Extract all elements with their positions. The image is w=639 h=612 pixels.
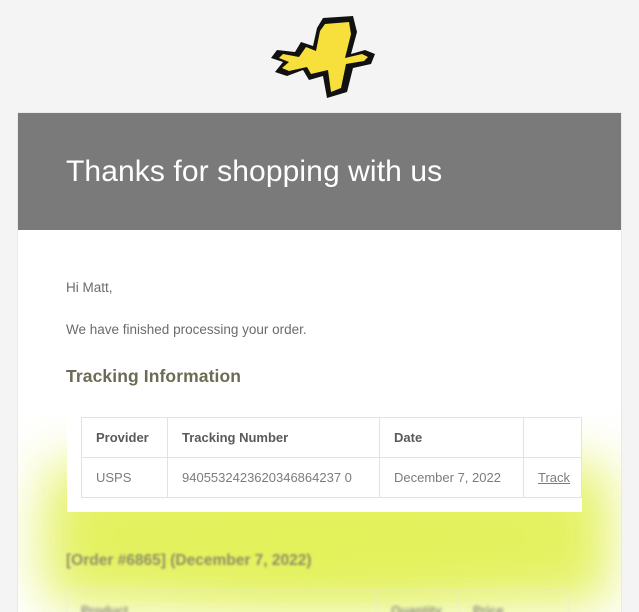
email-container: Thanks for shopping with us Hi Matt, We … [18, 113, 621, 612]
email-content: Hi Matt, We have finished processing you… [18, 230, 621, 512]
column-header-provider: Provider [81, 416, 168, 458]
email-preview-page: Thanks for shopping with us Hi Matt, We … [0, 0, 639, 612]
column-header-product: Product [66, 589, 377, 612]
email-body: Hi Matt, We have finished processing you… [18, 230, 621, 612]
column-header-date: Date [379, 416, 524, 458]
table-row: USPS 9405532423620346864237 0 December 7… [81, 456, 582, 498]
intro-text: We have finished processing your order. [66, 322, 307, 338]
order-table-wrapper: Product Quantity Price [66, 589, 569, 612]
cell-provider: USPS [81, 456, 168, 498]
column-header-tracking-number: Tracking Number [167, 416, 380, 458]
order-heading: [Order #6865] (December 7, 2022) [66, 551, 312, 569]
graffiti-h-logo-icon [270, 15, 375, 98]
tracking-table: Provider Tracking Number Date USPS 94055… [81, 416, 582, 498]
column-header-action [523, 416, 582, 458]
track-link[interactable]: Track [538, 470, 570, 485]
email-header: Thanks for shopping with us [18, 113, 621, 230]
cell-date: December 7, 2022 [379, 456, 524, 498]
tracking-information-heading: Tracking Information [66, 365, 242, 386]
order-table-header-row: Product Quantity Price [66, 589, 569, 612]
tracking-table-header-row: Provider Tracking Number Date [81, 416, 582, 458]
column-header-quantity: Quantity [376, 589, 459, 612]
column-header-price: Price [458, 589, 569, 612]
brand-logo-band [0, 0, 639, 113]
order-section: [Order #6865] (December 7, 2022) Product… [18, 512, 621, 612]
order-table: Product Quantity Price [66, 589, 569, 612]
cell-action: Track [523, 456, 582, 498]
cell-tracking-number: 9405532423620346864237 0 [167, 456, 380, 498]
tracking-card: Provider Tracking Number Date USPS 94055… [67, 403, 582, 512]
page-title: Thanks for shopping with us [66, 154, 443, 188]
greeting-text: Hi Matt, [66, 280, 113, 295]
